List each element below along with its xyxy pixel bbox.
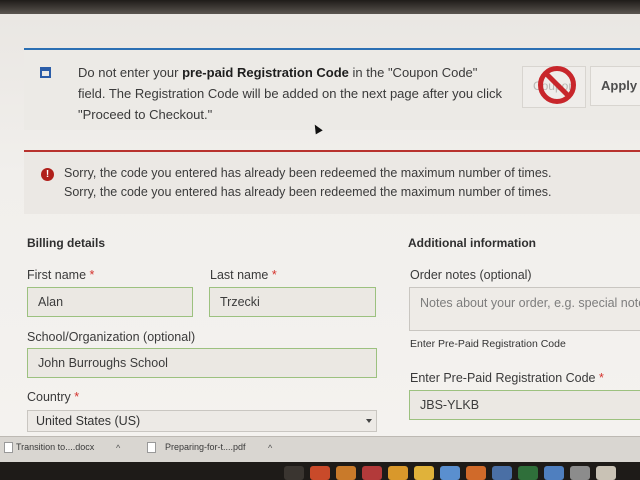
school-label: School/Organization (optional) [27,330,196,344]
required-mark: * [89,268,95,282]
dock-app-icon[interactable] [310,466,330,480]
required-mark: * [599,371,604,385]
dock-app-icon[interactable] [284,466,304,480]
first-name-label: First name * [27,268,94,282]
required-mark: * [74,390,80,404]
downloads-bar [0,436,640,463]
document-icon [4,442,13,453]
school-input[interactable]: John Burroughs School [27,348,377,378]
no-entry-icon [538,66,576,104]
notice-text-part1: Do not enter your [78,65,183,80]
required-mark: * [271,268,277,282]
dock-app-icon[interactable] [570,466,590,480]
dock-app-icon[interactable] [518,466,538,480]
country-label-text: Country [27,390,71,404]
download-menu-chevron[interactable]: ^ [268,443,272,453]
prepaid-code-small-label: Enter Pre-Paid Registration Code [410,338,566,350]
order-notes-textarea[interactable]: Notes about your order, e.g. special not… [409,287,640,331]
notice-text: Do not enter your pre-paid Registration … [78,62,508,125]
dock-app-icon[interactable] [388,466,408,480]
last-name-label-text: Last name [210,268,269,282]
error-message: Sorry, the code you entered has already … [64,166,552,180]
country-select[interactable]: United States (US) [27,410,377,432]
first-name-input[interactable]: Alan [27,287,193,317]
dock-app-icon[interactable] [544,466,564,480]
chevron-down-icon[interactable] [366,419,372,423]
prepaid-code-label: Enter Pre-Paid Registration Code * [410,371,604,385]
prepaid-code-label-text: Enter Pre-Paid Registration Code [410,371,596,385]
error-box [24,150,640,214]
info-icon [40,67,51,78]
download-item[interactable]: Preparing-for-t....pdf [165,442,246,452]
dock-app-icon[interactable] [440,466,460,480]
dock-app-icon[interactable] [596,466,616,480]
dock-app-icon[interactable] [362,466,382,480]
dock-app-icon[interactable] [492,466,512,480]
screen-bezel [0,0,640,14]
document-icon [147,442,156,453]
last-name-label: Last name * [210,268,277,282]
additional-info-heading: Additional information [408,236,536,250]
download-item[interactable]: Transition to....docx [16,442,94,452]
first-name-label-text: First name [27,268,87,282]
browser-page: Do not enter your pre-paid Registration … [0,0,640,438]
last-name-input[interactable]: Trzecki [209,287,376,317]
apply-coupon-button[interactable]: Apply C [590,66,640,106]
prepaid-code-input[interactable]: JBS-YLKB [409,390,640,420]
dock-app-icon[interactable] [336,466,356,480]
dock-app-icon[interactable] [414,466,434,480]
download-menu-chevron[interactable]: ^ [116,443,120,453]
billing-details-heading: Billing details [27,236,106,250]
country-label: Country * [27,390,79,404]
notice-text-bold: pre-paid Registration Code [182,65,349,80]
order-notes-label: Order notes (optional) [410,268,532,282]
dock-app-icon[interactable] [466,466,486,480]
error-message: Sorry, the code you entered has already … [64,185,552,199]
error-icon: ! [41,168,54,181]
